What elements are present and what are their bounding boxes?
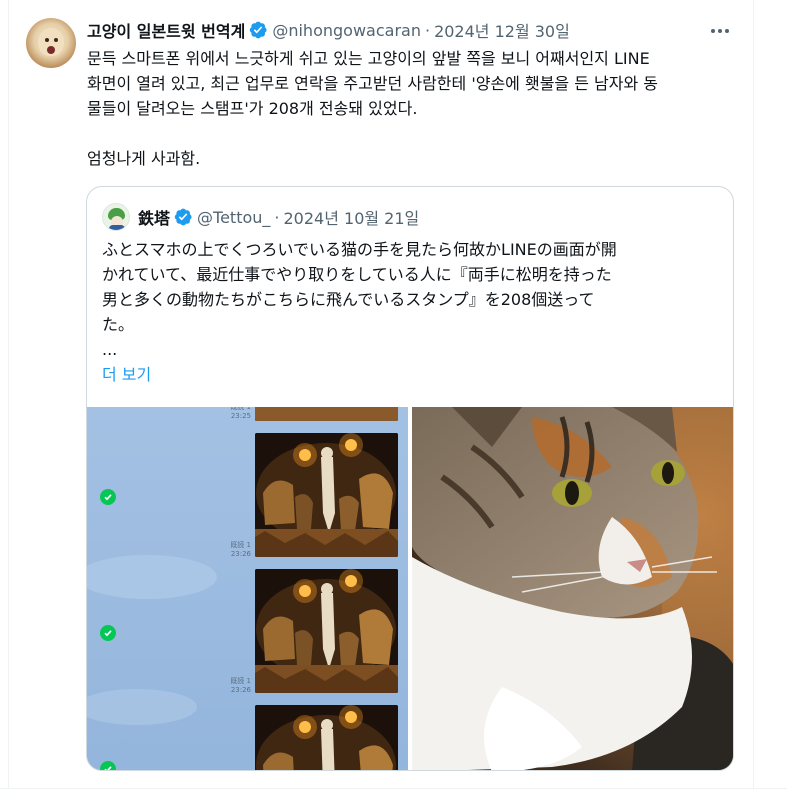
quoted-media[interactable]: 既読 1 23:25 既読 1 23:26 既読 1 23:26 [87, 407, 733, 770]
header-separator: · [424, 20, 431, 40]
torch-stamp [255, 433, 398, 557]
check-icon [100, 489, 116, 505]
author-display-name[interactable]: 고양이 일본트윗 번역계 [87, 18, 245, 42]
torch-stamp [255, 705, 398, 770]
quoted-avatar [102, 203, 130, 231]
tweet-text-line: 물들이 달려오는 스탬프'가 208개 전송돼 있었다. [87, 99, 418, 118]
tweet-header: 고양이 일본트윗 번역계 @nihongowacaran · 2024년 12월… [87, 18, 570, 42]
quoted-tweet-header: 鉄塔 @Tettou_ · 2024년 10월 21일 [102, 203, 420, 231]
quoted-text-line: 男と多くの動物たちがこちらに飛んでいるスタンプ』を208個送って [102, 290, 595, 309]
read-time: 既読 1 23:26 [230, 541, 251, 558]
line-chat-screenshot[interactable]: 既読 1 23:25 既読 1 23:26 既読 1 23:26 [87, 407, 408, 770]
show-more-link[interactable]: 더 보기 [102, 361, 151, 385]
check-icon [100, 625, 116, 641]
quoted-text-line: かれていて、最近仕事でやり取りをしている人に『両手に松明を持った [102, 265, 612, 284]
more-options-icon[interactable] [706, 20, 734, 42]
quoted-date: 2024년 10월 21일 [283, 209, 420, 228]
tweet-text-line: 엄청나게 사과함. [87, 149, 201, 168]
read-time: 既読 1 23:25 [230, 407, 251, 420]
author-avatar[interactable] [26, 18, 76, 68]
tweet-text-line: 문득 스마트폰 위에서 느긋하게 쉬고 있는 고양이의 앞발 쪽을 보니 어째서… [87, 49, 650, 68]
read-time: 既読 1 23:26 [230, 677, 251, 694]
quoted-display-name: 鉄塔 [138, 209, 171, 228]
verified-badge-icon [174, 208, 192, 226]
quoted-separator: · [274, 207, 280, 227]
tweet-text: 문득 스마트폰 위에서 느긋하게 쉬고 있는 고양이의 앞발 쪽을 보니 어째서… [87, 46, 737, 171]
quoted-text-line: ふとスマホの上でくつろいでいる猫の手を見たら何故かLINEの画面が開 [102, 240, 617, 259]
torch-stamp [255, 407, 398, 421]
check-icon [100, 761, 116, 770]
quoted-tweet[interactable]: 鉄塔 @Tettou_ · 2024년 10월 21일 ふとスマホの上でくつろい… [86, 186, 734, 771]
divider [0, 788, 787, 789]
verified-badge-icon [250, 21, 267, 39]
quoted-ellipsis: ... [102, 340, 118, 359]
quoted-text-line: た。 [102, 315, 135, 334]
tweet-text-line: 화면이 열려 있고, 최근 업무로 연락을 주고받던 사람한테 '양손에 횃불을… [87, 74, 658, 93]
author-handle[interactable]: @nihongowacaran [272, 21, 421, 40]
quoted-text: ふとスマホの上でくつろいでいる猫の手を見たら何故かLINEの画面が開 かれていて… [102, 237, 722, 337]
tweet-date[interactable]: 2024년 12월 30일 [434, 18, 570, 42]
cat-photo-drawing [412, 407, 733, 770]
torch-stamp [255, 569, 398, 693]
quoted-handle: @Tettou_ [197, 207, 271, 227]
tabby-cat-photo[interactable] [412, 407, 733, 770]
